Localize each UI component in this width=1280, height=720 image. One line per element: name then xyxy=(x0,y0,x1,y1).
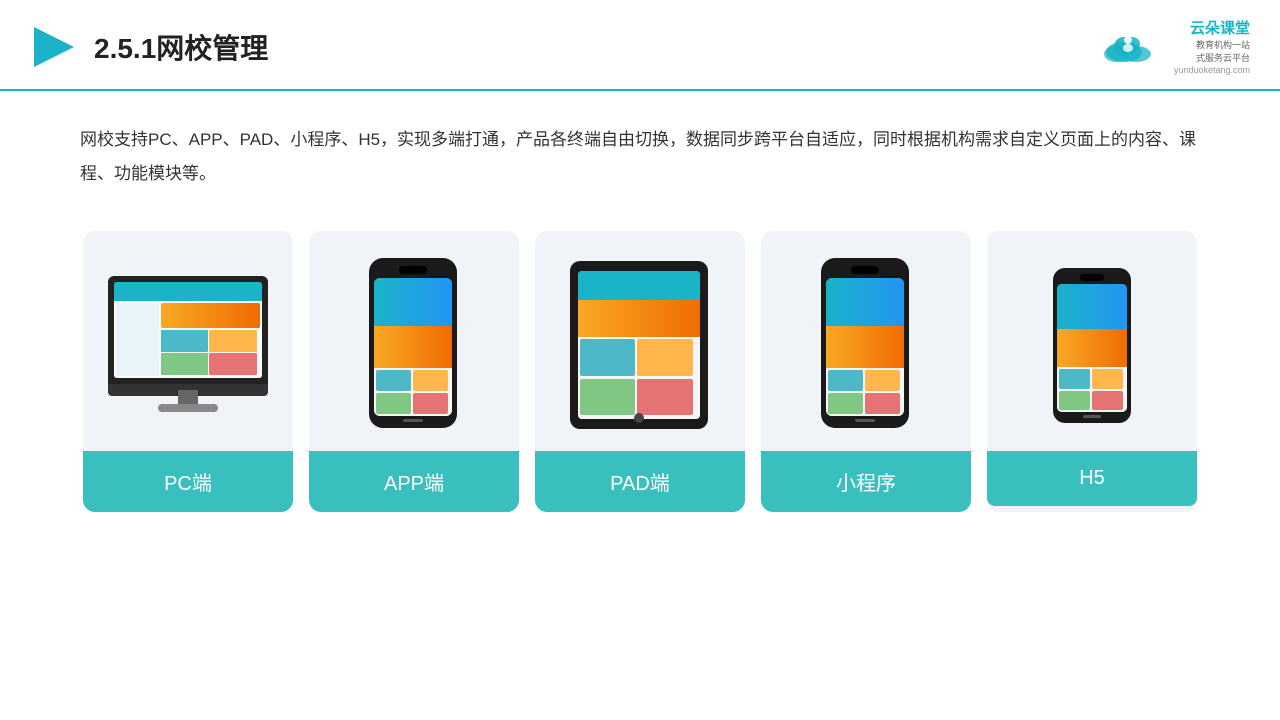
page-title: 2.5.1网校管理 xyxy=(94,27,268,67)
card-miniprogram-label: 小程序 xyxy=(761,451,971,512)
card-h5: H5 xyxy=(987,231,1197,512)
logo-area: 云朵课堂 教育机构一站式服务云平台 yunduoketang.com xyxy=(1096,18,1250,77)
card-pc-label: PC端 xyxy=(83,451,293,512)
logo-text-block: 云朵课堂 教育机构一站式服务云平台 yunduoketang.com xyxy=(1174,18,1250,77)
card-app-image xyxy=(309,231,519,451)
description-text: 网校支持PC、APP、PAD、小程序、H5，实现多端打通，产品各终端自由切换，数… xyxy=(80,130,1196,183)
logo-tagline: 教育机构一站式服务云平台 xyxy=(1174,39,1250,64)
description: 网校支持PC、APP、PAD、小程序、H5，实现多端打通，产品各终端自由切换，数… xyxy=(0,91,1280,211)
card-miniprogram: 小程序 xyxy=(761,231,971,512)
card-pc-image xyxy=(83,231,293,451)
device-pad-icon xyxy=(570,261,710,431)
logo-name: 云朵课堂 xyxy=(1174,18,1250,39)
card-pad-image xyxy=(535,231,745,451)
card-h5-label: H5 xyxy=(987,451,1197,506)
card-pc: PC端 xyxy=(83,231,293,512)
device-h5-icon xyxy=(1053,268,1131,423)
header: 2.5.1网校管理 云朵课堂 教育机构一站式服务云平台 yunduoketang… xyxy=(0,0,1280,91)
header-left: 2.5.1网校管理 xyxy=(30,23,268,71)
device-app-icon xyxy=(369,258,459,433)
logo-inner: 云朵课堂 教育机构一站式服务云平台 yunduoketang.com xyxy=(1096,18,1250,77)
card-miniprogram-image xyxy=(761,231,971,451)
card-app: APP端 xyxy=(309,231,519,512)
play-icon xyxy=(30,23,78,71)
cards-container: PC端 xyxy=(0,211,1280,532)
card-h5-image xyxy=(987,231,1197,451)
card-app-label: APP端 xyxy=(309,451,519,512)
device-miniprogram-icon xyxy=(821,258,911,433)
logo-url: yunduoketang.com xyxy=(1174,64,1250,77)
cloud-logo-icon xyxy=(1096,28,1166,66)
device-pc-icon xyxy=(103,276,273,416)
card-pad: PAD端 xyxy=(535,231,745,512)
card-pad-label: PAD端 xyxy=(535,451,745,512)
